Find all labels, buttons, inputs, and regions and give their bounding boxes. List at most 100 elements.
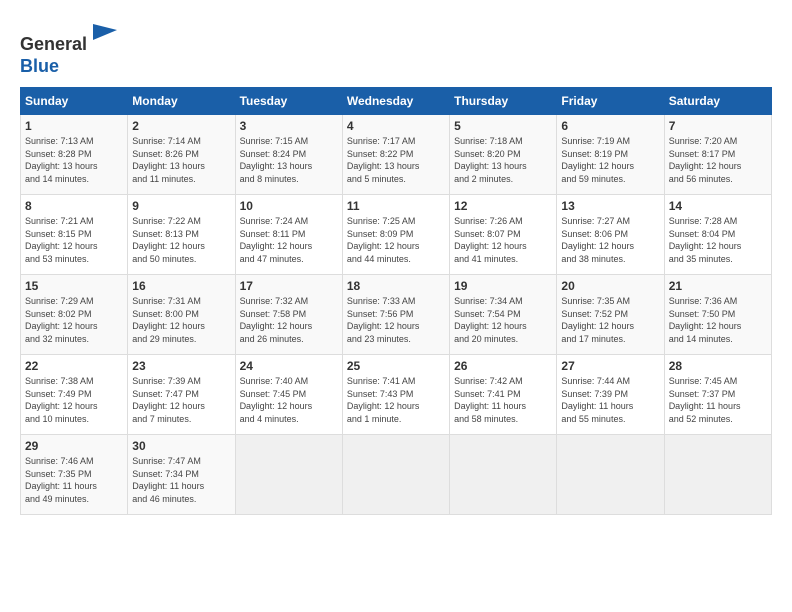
header: General Blue [20,20,772,77]
logo-flag-icon [89,20,119,50]
calendar-cell: 18Sunrise: 7:33 AMSunset: 7:56 PMDayligh… [342,275,449,355]
calendar-cell: 24 Sunrise: 7:40 AMSunset: 7:45 PMDayligh… [235,355,342,435]
header-day-tuesday: Tuesday [235,88,342,115]
day-info: Sunrise: 7:27 AMSunset: 8:06 PMDaylight:… [561,215,659,265]
header-day-monday: Monday [128,88,235,115]
calendar-cell [450,435,557,515]
day-number: 10 [240,199,338,213]
day-number: 1 [25,119,123,133]
calendar-cell [342,435,449,515]
day-number: 3 [240,119,338,133]
logo-general: General [20,34,87,54]
day-info: Sunrise: 7:31 AMSunset: 8:00 PMDaylight:… [132,295,230,345]
day-info: Sunrise: 7:17 AMSunset: 8:22 PMDaylight:… [347,135,445,185]
day-number: 20 [561,279,659,293]
day-number: 8 [25,199,123,213]
day-number: 26 [454,359,552,373]
week-row-4: 22Sunrise: 7:38 AMSunset: 7:49 PMDayligh… [21,355,772,435]
day-number: 24 [240,359,338,373]
day-info: Sunrise: 7:45 AMSunset: 7:37 PMDaylight:… [669,375,767,425]
day-number: 7 [669,119,767,133]
calendar-cell: 4 Sunrise: 7:17 AMSunset: 8:22 PMDaylight… [342,115,449,195]
week-row-1: 1 Sunrise: 7:13 AMSunset: 8:28 PMDaylight… [21,115,772,195]
calendar-table: SundayMondayTuesdayWednesdayThursdayFrid… [20,87,772,515]
day-number: 11 [347,199,445,213]
logo-blue-word: Blue [20,56,59,76]
calendar-cell: 15 Sunrise: 7:29 AMSunset: 8:02 PMDayligh… [21,275,128,355]
calendar-cell: 13 Sunrise: 7:27 AMSunset: 8:06 PMDayligh… [557,195,664,275]
day-number: 14 [669,199,767,213]
day-info: Sunrise: 7:44 AMSunset: 7:39 PMDaylight:… [561,375,659,425]
calendar-cell: 29 Sunrise: 7:46 AMSunset: 7:35 PMDayligh… [21,435,128,515]
calendar-cell: 19 Sunrise: 7:34 AMSunset: 7:54 PMDayligh… [450,275,557,355]
day-info: Sunrise: 7:47 AMSunset: 7:34 PMDaylight:… [132,455,230,505]
day-info: Sunrise: 7:40 AMSunset: 7:45 PMDaylight:… [240,375,338,425]
header-day-thursday: Thursday [450,88,557,115]
day-info: Sunrise: 7:15 AMSunset: 8:24 PMDaylight:… [240,135,338,185]
day-number: 5 [454,119,552,133]
day-info: Sunrise: 7:35 AMSunset: 7:52 PMDaylight:… [561,295,659,345]
day-number: 12 [454,199,552,213]
calendar-cell: 22Sunrise: 7:38 AMSunset: 7:49 PMDayligh… [21,355,128,435]
day-number: 25 [347,359,445,373]
calendar-cell: 11 Sunrise: 7:25 AMSunset: 8:09 PMDayligh… [342,195,449,275]
day-number: 30 [132,439,230,453]
day-number: 13 [561,199,659,213]
day-info: Sunrise: 7:38 AMSunset: 7:49 PMDaylight:… [25,375,123,425]
day-number: 4 [347,119,445,133]
day-info: Sunrise: 7:41 AMSunset: 7:43 PMDaylight:… [347,375,445,425]
week-row-2: 8 Sunrise: 7:21 AMSunset: 8:15 PMDaylight… [21,195,772,275]
day-number: 28 [669,359,767,373]
calendar-cell [664,435,771,515]
calendar-cell: 6 Sunrise: 7:19 AMSunset: 8:19 PMDaylight… [557,115,664,195]
calendar-cell [557,435,664,515]
week-row-5: 29 Sunrise: 7:46 AMSunset: 7:35 PMDayligh… [21,435,772,515]
calendar-cell: 3 Sunrise: 7:15 AMSunset: 8:24 PMDaylight… [235,115,342,195]
day-number: 2 [132,119,230,133]
calendar-cell: 25 Sunrise: 7:41 AMSunset: 7:43 PMDayligh… [342,355,449,435]
day-number: 29 [25,439,123,453]
day-info: Sunrise: 7:42 AMSunset: 7:41 PMDaylight:… [454,375,552,425]
calendar-cell: 8 Sunrise: 7:21 AMSunset: 8:15 PMDaylight… [21,195,128,275]
day-info: Sunrise: 7:19 AMSunset: 8:19 PMDaylight:… [561,135,659,185]
day-info: Sunrise: 7:39 AMSunset: 7:47 PMDaylight:… [132,375,230,425]
logo: General Blue [20,20,119,77]
calendar-cell: 5Sunrise: 7:18 AMSunset: 8:20 PMDaylight… [450,115,557,195]
calendar-cell: 26 Sunrise: 7:42 AMSunset: 7:41 PMDayligh… [450,355,557,435]
day-number: 18 [347,279,445,293]
calendar-cell: 23 Sunrise: 7:39 AMSunset: 7:47 PMDayligh… [128,355,235,435]
calendar-cell: 20 Sunrise: 7:35 AMSunset: 7:52 PMDayligh… [557,275,664,355]
calendar-header: SundayMondayTuesdayWednesdayThursdayFrid… [21,88,772,115]
day-info: Sunrise: 7:22 AMSunset: 8:13 PMDaylight:… [132,215,230,265]
day-number: 23 [132,359,230,373]
day-number: 15 [25,279,123,293]
day-info: Sunrise: 7:26 AMSunset: 8:07 PMDaylight:… [454,215,552,265]
day-info: Sunrise: 7:13 AMSunset: 8:28 PMDaylight:… [25,135,123,185]
calendar-cell: 21 Sunrise: 7:36 AMSunset: 7:50 PMDayligh… [664,275,771,355]
day-number: 17 [240,279,338,293]
header-day-friday: Friday [557,88,664,115]
day-number: 6 [561,119,659,133]
calendar-cell: 7Sunrise: 7:20 AMSunset: 8:17 PMDaylight… [664,115,771,195]
header-day-wednesday: Wednesday [342,88,449,115]
logo-text: General [20,20,119,56]
header-day-saturday: Saturday [664,88,771,115]
day-number: 16 [132,279,230,293]
day-info: Sunrise: 7:34 AMSunset: 7:54 PMDaylight:… [454,295,552,345]
calendar-cell: 2Sunrise: 7:14 AMSunset: 8:26 PMDaylight… [128,115,235,195]
day-info: Sunrise: 7:36 AMSunset: 7:50 PMDaylight:… [669,295,767,345]
day-info: Sunrise: 7:29 AMSunset: 8:02 PMDaylight:… [25,295,123,345]
day-info: Sunrise: 7:46 AMSunset: 7:35 PMDaylight:… [25,455,123,505]
calendar-cell: 17 Sunrise: 7:32 AMSunset: 7:58 PMDayligh… [235,275,342,355]
calendar-cell: 14Sunrise: 7:28 AMSunset: 8:04 PMDayligh… [664,195,771,275]
day-number: 9 [132,199,230,213]
day-info: Sunrise: 7:32 AMSunset: 7:58 PMDaylight:… [240,295,338,345]
day-number: 19 [454,279,552,293]
day-number: 21 [669,279,767,293]
calendar-cell: 9 Sunrise: 7:22 AMSunset: 8:13 PMDaylight… [128,195,235,275]
day-info: Sunrise: 7:21 AMSunset: 8:15 PMDaylight:… [25,215,123,265]
logo-blue-text: Blue [20,56,119,78]
calendar-cell: 16 Sunrise: 7:31 AMSunset: 8:00 PMDayligh… [128,275,235,355]
calendar-cell: 12 Sunrise: 7:26 AMSunset: 8:07 PMDayligh… [450,195,557,275]
day-info: Sunrise: 7:25 AMSunset: 8:09 PMDaylight:… [347,215,445,265]
